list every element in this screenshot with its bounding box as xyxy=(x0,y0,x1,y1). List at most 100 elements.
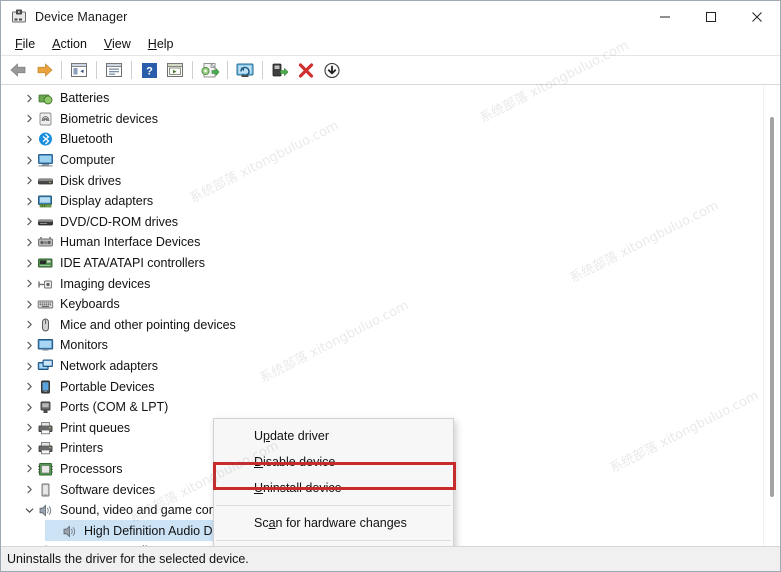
sound-device-icon xyxy=(37,502,55,518)
chevron-right-icon[interactable] xyxy=(21,382,37,391)
monitor-icon xyxy=(37,337,55,353)
chevron-right-icon[interactable] xyxy=(21,320,37,329)
hid-icon xyxy=(37,234,55,250)
back-icon[interactable] xyxy=(6,58,30,82)
tree-row-label: Software devices xyxy=(60,483,159,497)
status-bar: Uninstalls the driver for the selected d… xyxy=(1,546,780,571)
tree-row[interactable]: Network adapters xyxy=(1,356,764,377)
chevron-right-icon[interactable] xyxy=(21,444,37,453)
menu-bar: File Action View Help xyxy=(1,33,780,56)
toolbar-separator xyxy=(227,61,228,79)
display-icon[interactable] xyxy=(163,58,187,82)
menu-file[interactable]: File xyxy=(7,35,44,53)
computer-icon xyxy=(37,152,55,168)
update-driver-icon[interactable] xyxy=(198,58,222,82)
properties-icon[interactable] xyxy=(102,58,126,82)
tree-row[interactable]: Mice and other pointing devices xyxy=(1,315,764,336)
menu-help[interactable]: Help xyxy=(140,35,183,53)
printer-icon xyxy=(37,440,55,456)
status-bar-text: Uninstalls the driver for the selected d… xyxy=(7,552,249,566)
ide-controller-icon xyxy=(37,255,55,271)
scan-hardware-changes-icon[interactable] xyxy=(233,58,257,82)
toolbar-separator xyxy=(131,61,132,79)
tree-row[interactable]: Portable Devices xyxy=(1,376,764,397)
chevron-right-icon[interactable] xyxy=(21,279,37,288)
tree-row[interactable]: Ports (COM & LPT) xyxy=(1,397,764,418)
vertical-scrollbar[interactable] xyxy=(763,85,780,546)
tree-row[interactable]: Imaging devices xyxy=(1,273,764,294)
toolbar-separator xyxy=(192,61,193,79)
minimize-button[interactable] xyxy=(642,1,688,32)
chevron-right-icon[interactable] xyxy=(21,135,37,144)
context-menu-item-uninstall-device[interactable]: Uninstall device xyxy=(214,475,453,501)
chevron-right-icon[interactable] xyxy=(21,259,37,268)
tree-row[interactable]: Display adapters xyxy=(1,191,764,212)
tree-row[interactable]: IDE ATA/ATAPI controllers xyxy=(1,253,764,274)
toolbar-separator xyxy=(96,61,97,79)
chevron-right-icon[interactable] xyxy=(21,114,37,123)
context-menu-separator xyxy=(216,505,451,506)
device-tree-area: Batteries Biometric devices Bluetooth Compu… xyxy=(1,85,780,546)
tree-row-label: Print queues xyxy=(60,421,134,435)
battery-icon xyxy=(37,90,55,106)
chevron-right-icon[interactable] xyxy=(21,300,37,309)
tree-row[interactable]: Computer xyxy=(1,150,764,171)
menu-action[interactable]: Action xyxy=(44,35,96,53)
context-menu-item-update-driver[interactable]: Update driver xyxy=(214,423,453,449)
help-icon[interactable]: ? xyxy=(137,58,161,82)
show-hide-console-tree-icon[interactable] xyxy=(67,58,91,82)
context-menu[interactable]: Update driverDisable deviceUninstall dev… xyxy=(213,418,454,546)
chevron-right-icon[interactable] xyxy=(21,464,37,473)
imaging-device-icon xyxy=(37,276,55,292)
chevron-right-icon[interactable] xyxy=(21,197,37,206)
network-adapter-icon xyxy=(37,358,55,374)
dvd-drive-icon xyxy=(37,214,55,230)
scrollbar-thumb[interactable] xyxy=(770,117,774,497)
port-icon xyxy=(37,399,55,415)
tree-row-label: Network adapters xyxy=(60,359,162,373)
tree-row[interactable]: Bluetooth xyxy=(1,129,764,150)
title-bar: Device Manager xyxy=(1,1,780,33)
disk-drive-icon xyxy=(37,173,55,189)
chevron-right-icon[interactable] xyxy=(21,238,37,247)
tree-row-label: Bluetooth xyxy=(60,132,117,146)
chevron-right-icon[interactable] xyxy=(21,217,37,226)
context-menu-separator xyxy=(216,540,451,541)
processor-icon xyxy=(37,461,55,477)
chevron-right-icon[interactable] xyxy=(21,403,37,412)
tree-row-label: Portable Devices xyxy=(60,380,159,394)
chevron-right-icon[interactable] xyxy=(21,94,37,103)
chevron-right-icon[interactable] xyxy=(21,362,37,371)
tree-row[interactable]: Keyboards xyxy=(1,294,764,315)
tree-row[interactable]: Monitors xyxy=(1,335,764,356)
disable-device-icon[interactable] xyxy=(320,58,344,82)
forward-icon[interactable] xyxy=(32,58,56,82)
context-menu-item-properties[interactable]: Properties xyxy=(214,545,453,546)
enable-device-icon[interactable] xyxy=(268,58,292,82)
uninstall-device-icon[interactable] xyxy=(294,58,318,82)
chevron-right-icon[interactable] xyxy=(21,485,37,494)
tree-row[interactable]: Human Interface Devices xyxy=(1,232,764,253)
chevron-right-icon[interactable] xyxy=(21,341,37,350)
menu-view[interactable]: View xyxy=(96,35,140,53)
toolbar-separator xyxy=(61,61,62,79)
tree-row-label: Storage controllers xyxy=(60,544,169,546)
tree-row[interactable]: Disk drives xyxy=(1,170,764,191)
fingerprint-icon xyxy=(37,111,55,127)
tree-row-label: Keyboards xyxy=(60,297,124,311)
close-button[interactable] xyxy=(734,1,780,32)
tree-row-label: DVD/CD-ROM drives xyxy=(60,215,182,229)
sound-device-icon xyxy=(61,523,79,539)
chevron-down-icon[interactable] xyxy=(21,506,37,515)
chevron-right-icon[interactable] xyxy=(21,423,37,432)
maximize-button[interactable] xyxy=(688,1,734,32)
tree-row[interactable]: DVD/CD-ROM drives xyxy=(1,212,764,233)
chevron-right-icon[interactable] xyxy=(21,176,37,185)
window-title: Device Manager xyxy=(35,10,127,24)
tree-row[interactable]: Batteries xyxy=(1,88,764,109)
tree-row[interactable]: Biometric devices xyxy=(1,109,764,130)
tree-row-label: Batteries xyxy=(60,91,113,105)
chevron-right-icon[interactable] xyxy=(21,156,37,165)
context-menu-item-disable-device[interactable]: Disable device xyxy=(214,449,453,475)
context-menu-item-scan-for-hardware-changes[interactable]: Scan for hardware changes xyxy=(214,510,453,536)
